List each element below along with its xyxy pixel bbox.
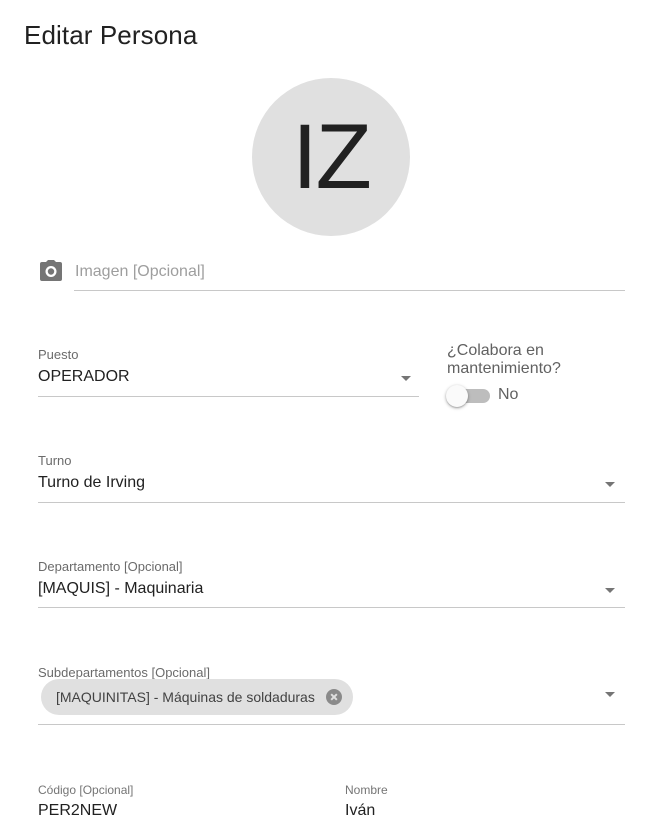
chevron-down-icon	[605, 588, 615, 593]
turno-select[interactable]: Turno Turno de Irving	[38, 450, 625, 503]
puesto-label: Puesto	[38, 347, 79, 362]
chevron-down-icon	[401, 376, 411, 381]
toggle-thumb[interactable]	[446, 385, 468, 407]
nombre-field[interactable]: Nombre Iván	[345, 780, 625, 820]
nombre-label: Nombre	[345, 783, 388, 797]
departamento-value: [MAQUIS] - Maquinaria	[38, 580, 204, 597]
chevron-down-icon	[605, 482, 615, 487]
page-title: Editar Persona	[24, 20, 198, 50]
remove-chip-icon[interactable]	[325, 689, 342, 705]
turno-value: Turno de Irving	[38, 474, 146, 491]
camera-icon[interactable]	[38, 259, 64, 283]
codigo-label: Código [Opcional]	[38, 783, 134, 797]
subdepartamento-chip[interactable]: [MAQUINITAS] - Máquinas de soldaduras	[41, 679, 353, 715]
chevron-down-icon	[605, 692, 615, 697]
puesto-select[interactable]: Puesto OPERADOR	[38, 344, 419, 397]
image-placeholder: Imagen [Opcional]	[75, 263, 205, 280]
subdepartamentos-label: Subdepartamentos [Opcional]	[38, 665, 210, 680]
departamento-label: Departamento [Opcional]	[38, 559, 183, 574]
codigo-value: PER2NEW	[38, 802, 118, 819]
chip-label: [MAQUINITAS] - Máquinas de soldaduras	[56, 689, 315, 705]
avatar-initials: IZ	[292, 106, 372, 208]
nombre-value: Iván	[345, 802, 376, 819]
turno-label: Turno	[38, 453, 72, 468]
mantenimiento-label: ¿Colabora en mantenimiento?	[447, 342, 561, 377]
codigo-field[interactable]: Código [Opcional] PER2NEW	[38, 780, 328, 820]
avatar: IZ	[252, 78, 410, 236]
image-field[interactable]: Imagen [Opcional]	[74, 256, 625, 291]
mantenimiento-toggle-text: No	[498, 386, 519, 403]
subdepartamentos-select[interactable]: Subdepartamentos [Opcional] [MAQUINITAS]…	[38, 662, 625, 725]
departamento-select[interactable]: Departamento [Opcional] [MAQUIS] - Maqui…	[38, 556, 625, 608]
puesto-value: OPERADOR	[38, 368, 130, 385]
